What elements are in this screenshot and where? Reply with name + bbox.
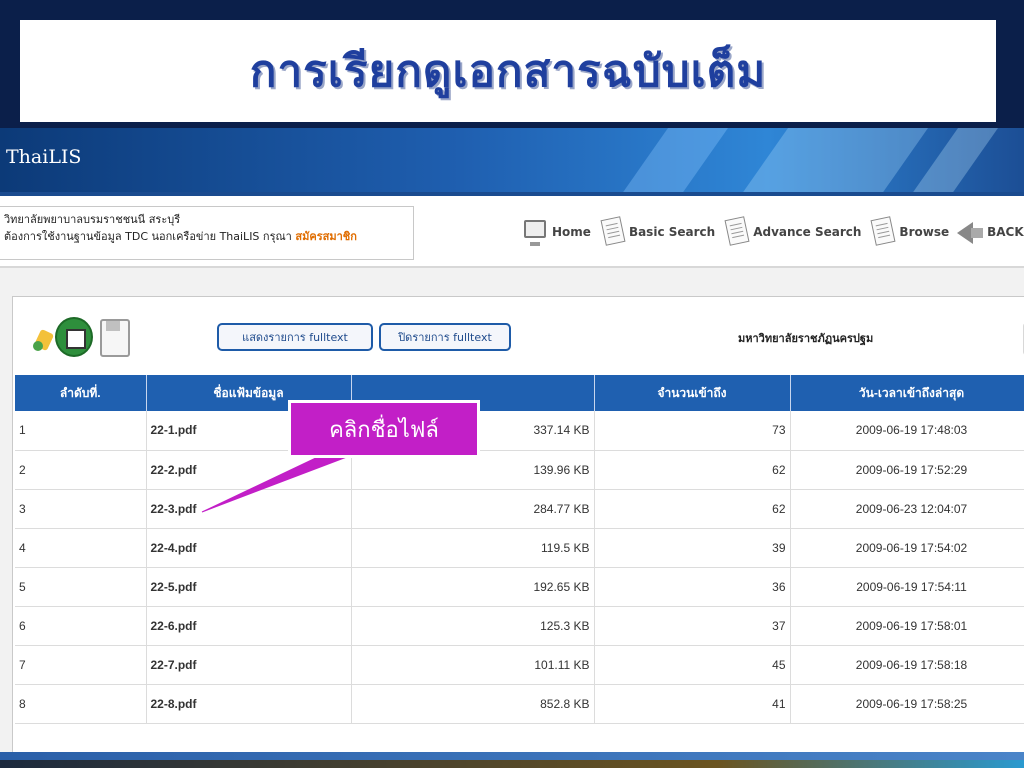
access-count: 62	[594, 450, 791, 490]
row-number: 2	[15, 450, 147, 490]
edit-icon[interactable]	[31, 317, 55, 357]
nav-basic-search[interactable]: Basic Search	[597, 216, 715, 248]
access-count: 62	[594, 489, 791, 529]
document-icon	[721, 216, 750, 248]
access-count: 45	[594, 645, 791, 685]
row-number: 8	[15, 684, 147, 724]
top-navigation: Home Basic Search Advance Search Browse …	[520, 212, 1024, 252]
back-arrow-icon	[955, 216, 984, 248]
table-row: 3 22-3.pdf 284.77 KB 62 2009-06-23 12:04…	[15, 489, 1024, 529]
table-row: 6 22-6.pdf 125.3 KB 37 2009-06-19 17:58:…	[15, 606, 1024, 646]
last-access-date: 2009-06-19 17:48:03	[790, 411, 1024, 451]
show-fulltext-button[interactable]: แสดงรายการ fulltext	[217, 323, 373, 351]
row-number: 6	[15, 606, 147, 646]
click-filename-callout: คลิกชื่อไฟล์	[288, 400, 480, 458]
documents-icon	[867, 216, 896, 248]
nav-advance-search[interactable]: Advance Search	[721, 216, 861, 248]
row-number: 3	[15, 489, 147, 529]
slide-title-box: การเรียกดูเอกสารฉบับเต็ม	[20, 20, 996, 122]
table-row: 2 22-2.pdf 139.96 KB 62 2009-06-19 17:52…	[15, 450, 1024, 490]
row-number: 5	[15, 567, 147, 607]
table-row: 4 22-4.pdf 119.5 KB 39 2009-06-19 17:54:…	[15, 528, 1024, 568]
file-size: 284.77 KB	[351, 489, 595, 529]
last-access-date: 2009-06-19 17:58:01	[790, 606, 1024, 646]
file-link[interactable]: 22-5.pdf	[146, 567, 352, 607]
file-size: 852.8 KB	[351, 684, 595, 724]
table-header-row: ลำดับที่. ชื่อแฟ้มข้อมูล จำนวนเข้าถึง วั…	[15, 375, 1024, 411]
table-row: 7 22-7.pdf 101.11 KB 45 2009-06-19 17:58…	[15, 645, 1024, 685]
file-link[interactable]: 22-3.pdf	[146, 489, 352, 529]
access-count: 37	[594, 606, 791, 646]
col-header-hits: จำนวนเข้าถึง	[594, 375, 791, 411]
table-row: 8 22-8.pdf 852.8 KB 41 2009-06-19 17:58:…	[15, 684, 1024, 724]
thailis-screenshot: ThaiLIS วิทยาลัยพยาบาลบรมราชชนนี สระบุรี…	[0, 128, 1024, 768]
access-count: 39	[594, 528, 791, 568]
fulltext-panel: แสดงรายการ fulltext ปิดรายการ fulltext ม…	[12, 296, 1024, 766]
slide-footer-line	[0, 760, 1024, 768]
row-number: 1	[15, 411, 147, 451]
save-icon[interactable]	[97, 317, 131, 357]
document-icon	[597, 216, 626, 248]
institution-name: วิทยาลัยพยาบาลบรมราชชนนี สระบุรี	[4, 213, 181, 226]
nav-home[interactable]: Home	[520, 216, 591, 248]
file-size: 125.3 KB	[351, 606, 595, 646]
fulltext-toolbar: แสดงรายการ fulltext ปิดรายการ fulltext ม…	[13, 297, 1024, 375]
last-access-date: 2009-06-19 17:54:11	[790, 567, 1024, 607]
tool-icons	[31, 317, 131, 357]
nav-back[interactable]: BACK	[955, 216, 1024, 248]
file-link[interactable]: 22-6.pdf	[146, 606, 352, 646]
last-access-date: 2009-06-19 17:54:02	[790, 528, 1024, 568]
access-count: 41	[594, 684, 791, 724]
nav-advance-search-label: Advance Search	[753, 225, 862, 239]
slide-title: การเรียกดูเอกสารฉบับเต็ม	[249, 46, 767, 97]
last-access-date: 2009-06-19 17:52:29	[790, 450, 1024, 490]
table-row: 1 22-1.pdf 337.14 KB 73 2009-06-19 17:48…	[15, 411, 1024, 451]
nav-home-label: Home	[552, 225, 591, 239]
info-bar: วิทยาลัยพยาบาลบรมราชชนนี สระบุรี ต้องการ…	[0, 196, 1024, 268]
file-link[interactable]: 22-8.pdf	[146, 684, 352, 724]
table-row: 5 22-5.pdf 192.65 KB 36 2009-06-19 17:54…	[15, 567, 1024, 607]
access-count: 36	[594, 567, 791, 607]
last-access-date: 2009-06-19 17:58:18	[790, 645, 1024, 685]
external-access-note: ต้องการใช้งานฐานข้อมูล TDC นอกเครือข่าย …	[4, 230, 357, 243]
nav-basic-search-label: Basic Search	[628, 225, 716, 239]
access-count: 73	[594, 411, 791, 451]
last-access-date: 2009-06-19 17:58:25	[790, 684, 1024, 724]
print-icon[interactable]	[55, 317, 93, 357]
university-name: มหาวิทยาลัยราชภัฏนครปฐม	[738, 332, 874, 345]
row-number: 7	[15, 645, 147, 685]
row-number: 4	[15, 528, 147, 568]
nav-browse-label: Browse	[899, 225, 950, 239]
file-size: 119.5 KB	[351, 528, 595, 568]
nav-back-label: BACK	[987, 225, 1024, 239]
file-size: 192.65 KB	[351, 567, 595, 607]
close-fulltext-button[interactable]: ปิดรายการ fulltext	[379, 323, 511, 351]
fulltext-file-table: ลำดับที่. ชื่อแฟ้มข้อมูล จำนวนเข้าถึง วั…	[15, 375, 1024, 724]
nav-browse[interactable]: Browse	[867, 216, 949, 248]
site-banner: ThaiLIS	[0, 128, 1024, 192]
col-header-last-access: วัน-เวลาเข้าถึงล่าสุด	[790, 375, 1024, 411]
monitor-icon	[520, 216, 548, 248]
institution-info: วิทยาลัยพยาบาลบรมราชชนนี สระบุรี ต้องการ…	[0, 206, 414, 260]
last-access-date: 2009-06-23 12:04:07	[790, 489, 1024, 529]
file-link[interactable]: 22-4.pdf	[146, 528, 352, 568]
file-link[interactable]: 22-7.pdf	[146, 645, 352, 685]
thailis-logo[interactable]: ThaiLIS	[6, 146, 81, 168]
register-link[interactable]: สมัครสมาชิก	[295, 230, 357, 243]
file-size: 101.11 KB	[351, 645, 595, 685]
col-header-no: ลำดับที่.	[15, 375, 147, 411]
